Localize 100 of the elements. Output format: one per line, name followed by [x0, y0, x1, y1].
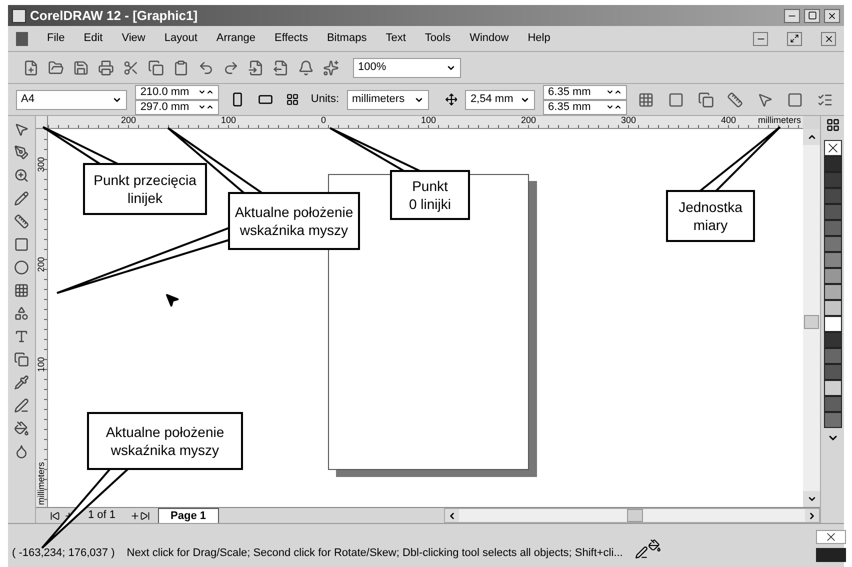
redo-icon [223, 60, 239, 76]
mouse-cursor-icon [164, 292, 180, 308]
first-page-button[interactable] [50, 510, 60, 520]
color-swatch[interactable] [824, 348, 842, 364]
outline-icon [14, 398, 29, 412]
color-swatch[interactable] [824, 300, 842, 316]
restore-button[interactable] [787, 32, 802, 46]
document-icon [16, 32, 28, 46]
menu-item[interactable]: Text [386, 30, 406, 47]
scroll-thumb[interactable] [627, 509, 643, 522]
menu-item[interactable]: Arrange [216, 30, 256, 47]
add-page-button[interactable] [130, 510, 140, 520]
eyedropper-icon [14, 374, 29, 390]
paste-icon [173, 60, 189, 76]
menu-item[interactable]: Tools [424, 30, 451, 47]
last-page-button[interactable] [140, 510, 150, 520]
color-swatch[interactable] [824, 236, 842, 252]
minimize-button[interactable] [784, 8, 800, 22]
duplicate-x-field[interactable]: 6.35 mm [543, 84, 628, 100]
open-icon [48, 60, 64, 76]
color-swatch[interactable] [824, 188, 842, 204]
palette-options-icon[interactable] [826, 118, 840, 132]
color-swatch[interactable] [824, 252, 842, 268]
ruler-units: millimeters [758, 114, 801, 126]
shapes-icon [14, 306, 29, 320]
color-swatch[interactable] [824, 284, 842, 300]
menu-item[interactable]: Edit [84, 30, 103, 47]
import-icon [248, 60, 264, 76]
color-swatch[interactable] [824, 380, 842, 396]
ruler-label: 100 [36, 357, 46, 372]
text-icon [14, 328, 29, 344]
ruler-label: 0 [321, 114, 326, 126]
maximize-button[interactable] [804, 8, 820, 22]
scroll-thumb[interactable] [804, 315, 819, 329]
fill-icon [14, 420, 29, 436]
print-icon [98, 60, 114, 76]
nudge-field[interactable]: 2,54 mm [465, 90, 536, 110]
cursor-coordinates: ( -163,234; 176,037 ) [12, 546, 115, 560]
dimension-tool[interactable] [12, 212, 32, 230]
nudge-icon [444, 93, 458, 106]
eyedropper-tool[interactable] [12, 373, 32, 391]
zoom-dropdown[interactable]: 100% [353, 58, 461, 78]
menu-item[interactable]: Effects [274, 30, 308, 47]
zoom-icon [14, 168, 29, 182]
minimize-button[interactable] [753, 32, 768, 46]
no-color-swatch[interactable] [824, 140, 842, 156]
ruler-label: 300 [621, 114, 636, 126]
scroll-right-button[interactable] [805, 509, 819, 522]
pick-icon [14, 122, 29, 136]
callout-label: Punkt 0 linijki [390, 170, 470, 220]
color-swatch[interactable] [824, 172, 842, 188]
menu-item[interactable]: Window [470, 30, 509, 47]
menu-item[interactable]: File [47, 30, 65, 47]
close-button[interactable] [824, 8, 840, 22]
color-swatch[interactable] [824, 156, 842, 172]
ellipse-icon [14, 260, 29, 274]
rectangle-icon [14, 236, 29, 252]
fill-bucket-icon [648, 539, 661, 552]
scroll-down-button[interactable] [803, 491, 820, 507]
close-icon [827, 10, 837, 20]
blend-tool[interactable] [12, 350, 32, 368]
new-icon [23, 60, 39, 76]
callout-label: Aktualne położenie wskaźnika myszy [87, 412, 243, 470]
menu-item[interactable]: Layout [164, 30, 198, 47]
menu-item[interactable]: Help [528, 30, 550, 47]
freehand-tool[interactable] [12, 189, 32, 207]
menu-item[interactable]: Bitmaps [326, 30, 367, 47]
color-swatch[interactable] [824, 220, 842, 236]
ruler-label: 400 [721, 114, 736, 126]
color-swatch[interactable] [824, 204, 842, 220]
page-tab[interactable]: Page 1 [158, 508, 219, 523]
paper-size-dropdown[interactable]: A4 [16, 90, 128, 110]
callout-label: Aktualne położenie wskaźnika myszy [228, 192, 360, 250]
ruler-units: millimeters [36, 462, 46, 505]
fill-tool[interactable] [12, 419, 32, 437]
color-swatch[interactable] [824, 332, 842, 348]
page-width-field[interactable]: 210.0 mm [135, 84, 220, 100]
save-icon [73, 60, 89, 76]
grid-icon [14, 282, 29, 298]
color-swatch[interactable] [824, 396, 842, 412]
color-swatch[interactable] [824, 412, 842, 428]
close-icon [824, 34, 834, 44]
landscape-page-icon [258, 92, 273, 107]
fill-swatch [816, 548, 846, 562]
menu-item[interactable]: View [122, 30, 146, 47]
ellipse-tool[interactable] [12, 258, 32, 276]
duplicate-y-field[interactable]: 6.35 mm [543, 100, 628, 114]
color-swatch[interactable] [824, 268, 842, 284]
outline-pen-icon [634, 546, 648, 560]
ruler-label: 200 [36, 257, 46, 272]
units-dropdown[interactable]: millimeters [347, 90, 429, 110]
outline-tool[interactable] [12, 396, 32, 414]
color-swatch[interactable] [824, 364, 842, 380]
scroll-left-button[interactable] [445, 509, 459, 522]
scroll-up-button[interactable] [803, 129, 820, 145]
page-height-field[interactable]: 297.0 mm [135, 100, 220, 114]
ruler-label: 200 [121, 114, 136, 126]
close-button[interactable] [821, 32, 836, 46]
restore-icon [790, 34, 799, 43]
color-swatch[interactable] [824, 316, 842, 332]
